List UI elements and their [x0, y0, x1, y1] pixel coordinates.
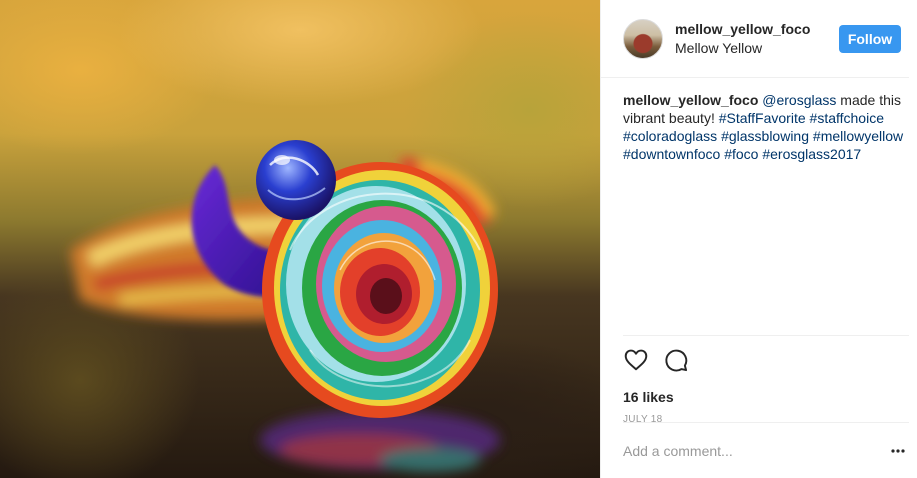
hashtag-link[interactable]: #mellowyellow	[813, 128, 903, 144]
instagram-post: mellow_yellow_foco Mellow Yellow Follow …	[0, 0, 917, 478]
hashtag-link[interactable]: #foco	[724, 146, 758, 162]
ellipsis-icon	[891, 448, 905, 453]
hashtag-link[interactable]: #StaffFavorite	[719, 110, 806, 126]
comment-bar	[623, 422, 909, 478]
post-photo[interactable]	[0, 0, 600, 478]
post-actions: 16 likes JULY 18	[623, 335, 909, 426]
hashtag-link[interactable]: #glassblowing	[721, 128, 809, 144]
heart-icon[interactable]	[623, 347, 649, 373]
avatar[interactable]	[623, 18, 663, 59]
glass-pipe-illustration	[70, 140, 500, 472]
hashtag-link[interactable]: #erosglass2017	[762, 146, 861, 162]
caption-mention[interactable]: @erosglass	[762, 92, 836, 108]
like-count[interactable]: 16 likes	[623, 388, 909, 406]
more-options-icon[interactable]	[889, 442, 907, 460]
follow-button[interactable]: Follow	[839, 24, 901, 53]
author-username[interactable]: mellow_yellow_foco	[675, 20, 839, 38]
comment-input[interactable]	[623, 435, 889, 466]
comment-icon[interactable]	[663, 347, 689, 373]
post-caption: mellow_yellow_foco @erosglass made this …	[601, 78, 917, 163]
hashtag-link[interactable]: #coloradoglass	[623, 128, 717, 144]
post-author-info: mellow_yellow_foco Mellow Yellow	[675, 20, 839, 57]
hashtag-link[interactable]: #downtownfoco	[623, 146, 720, 162]
post-side-panel: mellow_yellow_foco Mellow Yellow Follow …	[600, 0, 917, 478]
post-header: mellow_yellow_foco Mellow Yellow Follow	[601, 0, 909, 78]
action-icons	[623, 347, 909, 373]
post-location[interactable]: Mellow Yellow	[675, 39, 839, 57]
caption-username[interactable]: mellow_yellow_foco	[623, 92, 758, 108]
hashtag-link[interactable]: #staffchoice	[810, 110, 884, 126]
